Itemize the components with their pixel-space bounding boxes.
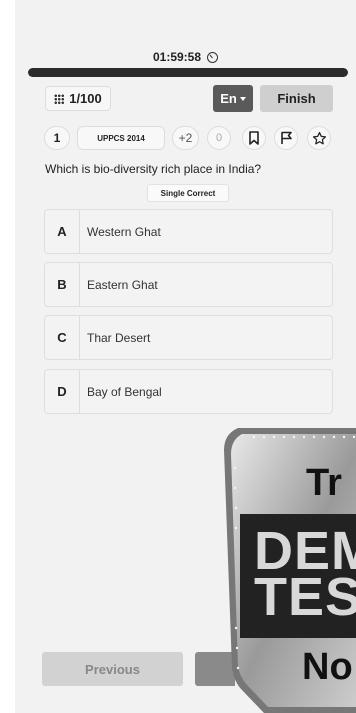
- option-b[interactable]: B Eastern Ghat: [44, 262, 333, 307]
- language-value: En: [220, 91, 237, 106]
- negative-marks-badge: 0: [207, 126, 231, 150]
- option-text: Eastern Ghat: [87, 277, 158, 292]
- demo-band: DEM TES: [240, 514, 356, 638]
- timer-text: 01:59:58: [152, 50, 202, 64]
- report-button[interactable]: [274, 126, 298, 150]
- question-counter: 1/100: [69, 91, 102, 106]
- option-text: Thar Desert: [87, 330, 151, 345]
- option-text: Western Ghat: [87, 224, 161, 239]
- question-palette-button[interactable]: 1/100: [45, 86, 111, 111]
- demo-text-top: Tr: [306, 462, 342, 504]
- star-icon: [312, 131, 326, 144]
- option-c[interactable]: C Thar Desert: [44, 315, 333, 360]
- question-type-badge: Single Correct: [147, 184, 229, 202]
- progress-bar: [28, 68, 348, 77]
- option-letter: A: [45, 210, 80, 253]
- bookmark-icon: [249, 131, 259, 145]
- finish-button[interactable]: Finish: [260, 85, 333, 112]
- question-text: Which is bio-diversity rich place in Ind…: [45, 162, 262, 176]
- positive-marks-badge: +2: [172, 126, 199, 150]
- timer: 01:59:58: [15, 48, 356, 66]
- progress-fill: [28, 68, 348, 77]
- bookmark-button[interactable]: [242, 126, 266, 150]
- language-dropdown[interactable]: En: [213, 85, 253, 112]
- option-text: Bay of Bengal: [87, 384, 162, 399]
- exam-tag: UPPCS 2014: [77, 126, 165, 150]
- question-meta-row: 1 UPPCS 2014 +2 0: [15, 126, 356, 150]
- option-a[interactable]: A Western Ghat: [44, 209, 333, 254]
- flag-icon: [280, 131, 292, 144]
- option-letter: B: [45, 263, 80, 306]
- grid-icon: [54, 93, 65, 104]
- option-letter: D: [45, 370, 80, 413]
- option-d[interactable]: D Bay of Bengal: [44, 369, 333, 414]
- question-number-badge: 1: [44, 126, 70, 150]
- demo-text-bottom: No: [302, 646, 353, 688]
- timer-icon: [207, 51, 219, 63]
- previous-button[interactable]: Previous: [42, 652, 183, 686]
- caret-down-icon: [239, 96, 246, 101]
- demo-text-line2: TES: [254, 567, 356, 627]
- option-letter: C: [45, 316, 80, 359]
- star-button[interactable]: [307, 126, 331, 150]
